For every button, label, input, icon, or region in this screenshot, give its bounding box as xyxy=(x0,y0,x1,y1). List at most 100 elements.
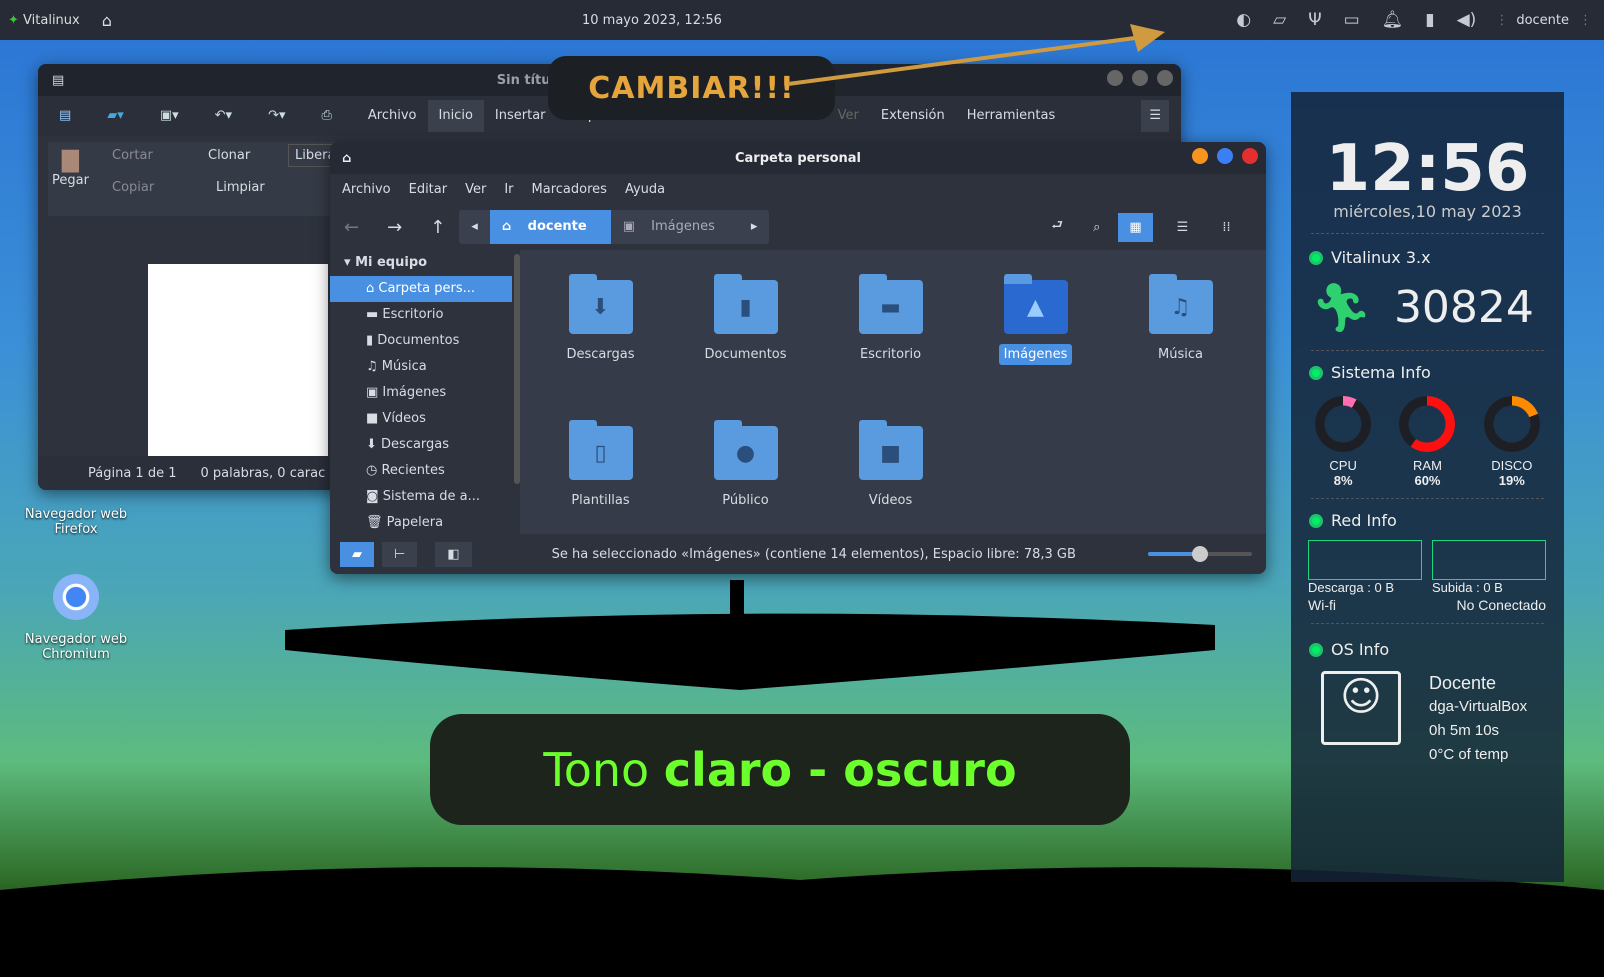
tab-herramientas[interactable]: Herramientas xyxy=(956,100,1067,132)
menu-editar[interactable]: Editar xyxy=(409,182,448,197)
writer-icon: ▤ xyxy=(52,72,65,88)
zoom-slider[interactable] xyxy=(1148,546,1252,562)
vitalinux-menu[interactable]: ✦ Vitalinux xyxy=(8,13,80,28)
new-icon[interactable]: ▤ xyxy=(48,100,82,132)
folder-imagenes[interactable]: ▲ Imágenes xyxy=(963,274,1108,365)
minimize-button[interactable] xyxy=(1192,148,1208,164)
menu-archivo[interactable]: Archivo xyxy=(342,182,391,197)
usb-icon[interactable]: Ψ xyxy=(1308,10,1321,30)
cut-button[interactable]: Cortar xyxy=(112,148,153,163)
ram-gauge: RAM 60% xyxy=(1399,396,1456,488)
sidebar-item-videos[interactable]: ■ Vídeos xyxy=(330,406,520,432)
close-button[interactable] xyxy=(1242,148,1258,164)
sidebar-item-home[interactable]: ⌂ Carpeta pers... xyxy=(330,276,512,302)
print-icon[interactable]: ⎙ xyxy=(310,100,342,132)
sidebar-item-imagenes[interactable]: ▣ Imágenes xyxy=(330,380,520,406)
undo-icon[interactable]: ↶▾ xyxy=(204,100,243,132)
user-menu[interactable]: docente xyxy=(1516,13,1569,28)
upload-label: Subida : 0 B xyxy=(1432,580,1503,595)
clear-button[interactable]: Limpiar xyxy=(216,180,265,195)
redo-icon[interactable]: ↷▾ xyxy=(257,100,296,132)
path-imagenes[interactable]: ▣ Imágenes xyxy=(611,210,739,244)
list-view-button[interactable]: ☰ xyxy=(1167,213,1199,242)
tab-inicio[interactable]: Inicio xyxy=(427,100,484,132)
os-host: dga-VirtualBox xyxy=(1429,698,1528,715)
sidebar-item-filesystem[interactable]: ◙ Sistema de a... xyxy=(330,484,520,510)
paste-button[interactable]: ▇ Pegar xyxy=(52,148,89,188)
chromium-launcher[interactable]: Navegador web Chromium xyxy=(16,574,136,662)
search-icon[interactable]: ⌕ xyxy=(1093,220,1100,235)
compact-view-button[interactable]: ⁞⁞ xyxy=(1212,213,1240,242)
sidebar-header[interactable]: ▾ Mi equipo xyxy=(330,250,520,276)
hamburger-menu[interactable]: ☰ xyxy=(1141,100,1169,132)
clock[interactable]: 10 mayo 2023, 12:56 xyxy=(582,13,722,28)
distro-label: Vitalinux 3.x xyxy=(1331,248,1431,267)
file-view: ⬇ Descargas ▮ Documentos ▬ Escritorio ▲ Imág… xyxy=(528,250,1266,534)
sidebar-item-recientes[interactable]: ◷ Recientes xyxy=(330,458,520,484)
cpu-gauge: CPU 8% xyxy=(1315,396,1372,488)
upload-graph xyxy=(1432,540,1546,580)
folder-escritorio[interactable]: ▬ Escritorio xyxy=(818,274,963,365)
up-icon[interactable]: ↑ xyxy=(430,217,445,238)
teacher-icon: ☺ xyxy=(1321,671,1401,745)
sidebar-item-papelera[interactable]: 🗑︎ Papelera xyxy=(330,510,520,536)
battery-icon[interactable]: ▮ xyxy=(1425,10,1434,30)
night-mode-icon[interactable]: ◐ xyxy=(1236,10,1251,30)
menu-ver[interactable]: Ver xyxy=(465,182,486,197)
sidebar-scrollbar[interactable] xyxy=(514,254,520,484)
sidebar-item-documentos[interactable]: ▮ Documentos xyxy=(330,328,520,354)
tab-insertar[interactable]: Insertar xyxy=(484,100,557,132)
sidebar-item-musica[interactable]: ♫ Música xyxy=(330,354,520,380)
path-bar: ◂ ⌂ docente ▣ Imágenes ▸ xyxy=(459,210,770,244)
home-icon[interactable]: ⌂ xyxy=(102,11,112,30)
places-button[interactable]: ▰ xyxy=(340,541,374,567)
conky-panel: 12:56 miércoles,10 may 2023 Vitalinux 3.… xyxy=(1291,92,1564,882)
folder-plantillas[interactable]: ▯ Plantillas xyxy=(528,420,673,511)
folder-musica[interactable]: ♫ Música xyxy=(1108,274,1253,365)
chromium-icon xyxy=(53,574,99,620)
hide-sidebar-button[interactable]: ◧ xyxy=(435,541,472,567)
forward-icon[interactable]: → xyxy=(387,217,402,238)
network-icon[interactable]: ▭ xyxy=(1344,10,1360,30)
menu-marcadores[interactable]: Marcadores xyxy=(532,182,607,197)
folder-descargas[interactable]: ⬇ Descargas xyxy=(528,274,673,365)
tab-archivo[interactable]: Archivo xyxy=(357,100,428,132)
menu-ayuda[interactable]: Ayuda xyxy=(625,182,665,197)
copy-button[interactable]: Copiar xyxy=(112,180,154,195)
path-right-icon[interactable]: ▸ xyxy=(739,210,770,244)
tree-button[interactable]: ⊢ xyxy=(382,541,418,567)
clone-button[interactable]: Clonar xyxy=(208,148,250,163)
sidebar-item-descargas[interactable]: ⬇ Descargas xyxy=(330,432,520,458)
sidebar-item-escritorio[interactable]: ▬ Escritorio xyxy=(330,302,520,328)
bell-icon[interactable]: 🔔︎ xyxy=(1382,10,1404,30)
path-docente[interactable]: ⌂ docente xyxy=(489,210,611,244)
screenshot-icon[interactable]: ▱ xyxy=(1273,10,1286,30)
folder-documentos[interactable]: ▮ Documentos xyxy=(673,274,818,365)
maximize-button[interactable] xyxy=(1217,148,1233,164)
firefox-launcher[interactable]: Navegador web Firefox xyxy=(16,507,136,537)
vitalinux-logo: 🏃︎ xyxy=(1311,280,1372,336)
window-title: Carpeta personal xyxy=(734,150,862,166)
volume-icon[interactable]: ◀) xyxy=(1457,10,1477,30)
os-uptime: 0h 5m 10s xyxy=(1429,722,1500,739)
disk-gauge: DISCO 19% xyxy=(1483,396,1540,488)
menu-ir[interactable]: Ir xyxy=(504,182,513,197)
back-icon[interactable]: ← xyxy=(344,217,359,238)
folder-videos[interactable]: ■ Vídeos xyxy=(818,420,963,511)
sistema-info-title: Sistema Info xyxy=(1331,363,1431,382)
conky-clock: 12:56 xyxy=(1325,132,1530,206)
status-text: Se ha seleccionado «Imágenes» (contiene … xyxy=(551,546,1076,562)
sidebar: ▾ Mi equipo ⌂ Carpeta pers... ▬ Escritor… xyxy=(330,250,520,534)
folder-publico[interactable]: ● Público xyxy=(673,420,818,511)
open-icon[interactable]: ▰▾ xyxy=(96,100,135,132)
save-icon[interactable]: ▣▾ xyxy=(149,100,190,132)
red-info-title: Red Info xyxy=(1331,511,1397,530)
word-count: 0 palabras, 0 carac xyxy=(200,465,326,481)
document-page[interactable] xyxy=(148,264,328,456)
file-manager-window: ⌂ Carpeta personal Archivo Editar Ver Ir … xyxy=(330,142,1266,574)
icon-view-button[interactable]: ▦ xyxy=(1118,212,1153,242)
download-graph xyxy=(1308,540,1422,580)
path-left-icon[interactable]: ◂ xyxy=(459,210,490,244)
tab-extension[interactable]: Extensión xyxy=(870,100,956,132)
toggle-location-icon[interactable]: ⮐ xyxy=(1051,216,1063,238)
